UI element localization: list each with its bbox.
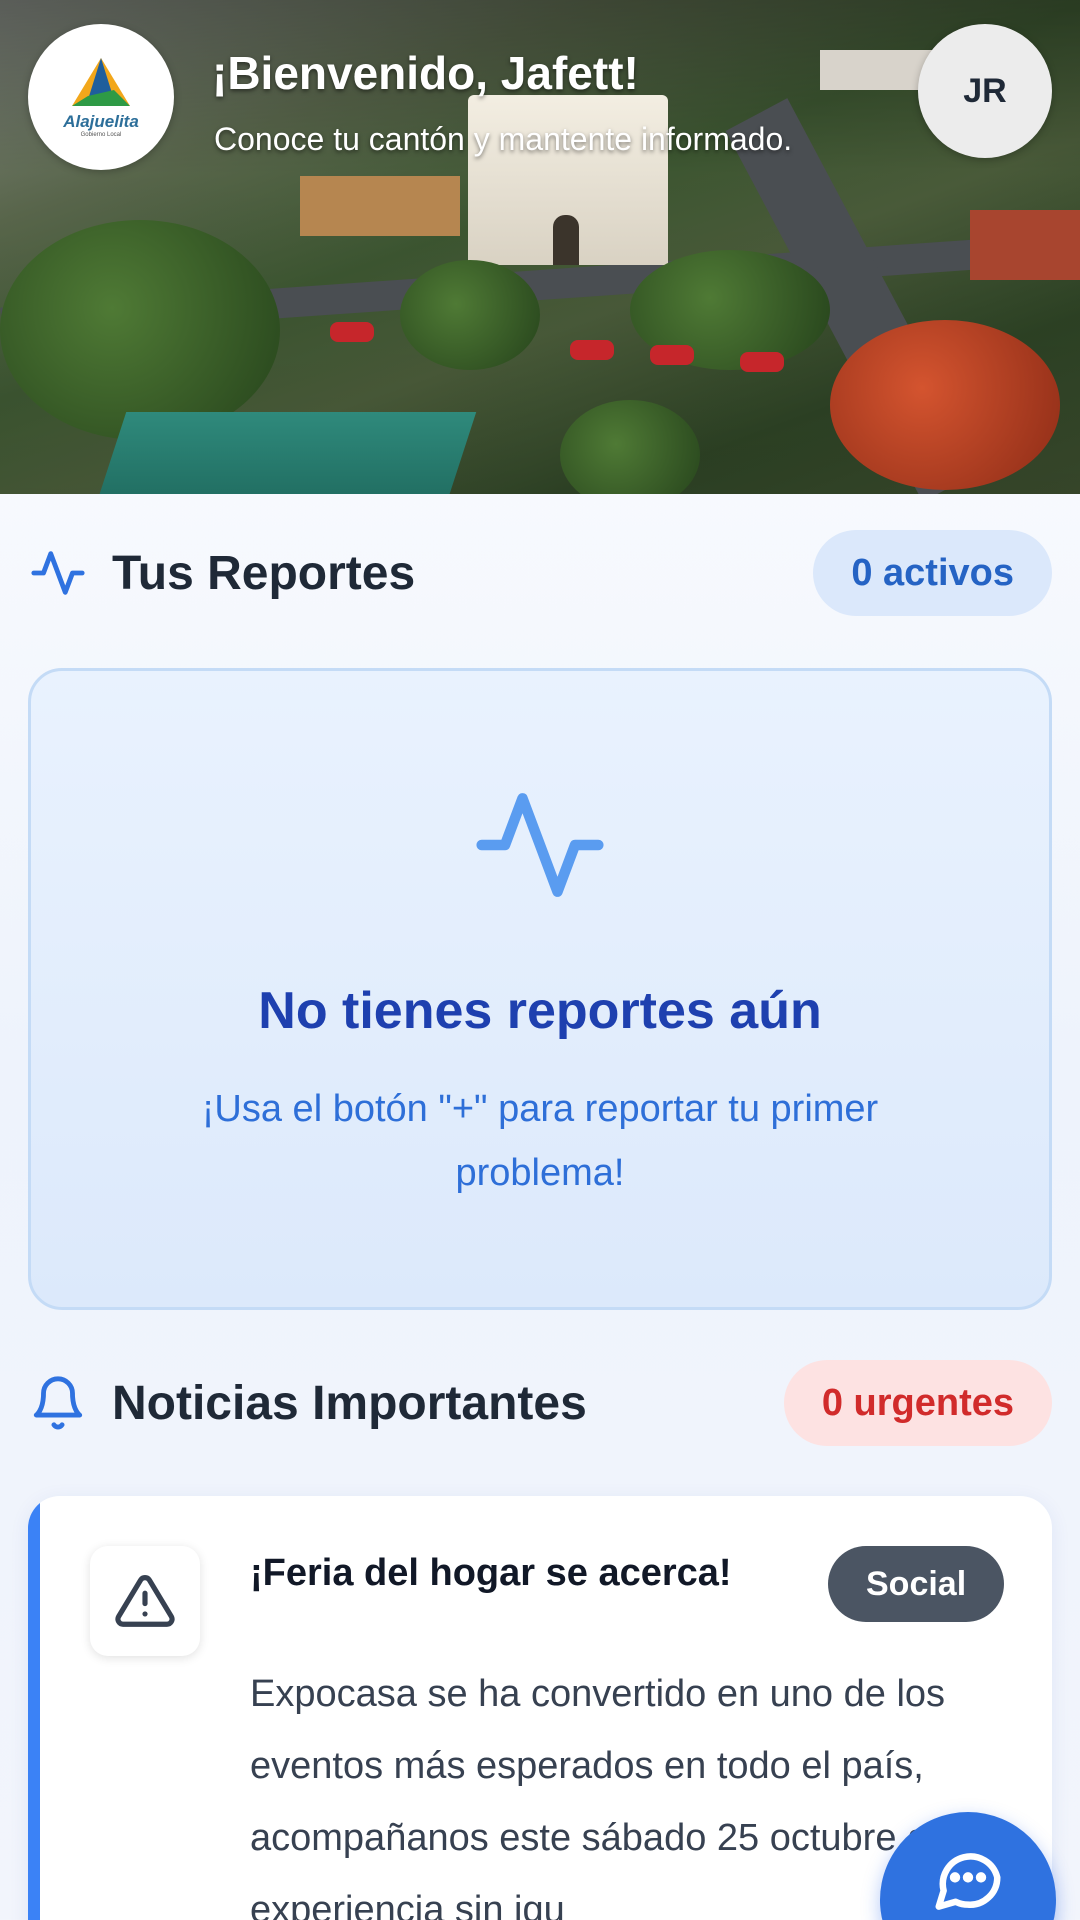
welcome-tagline: Conoce tu cantón y mantente informado. <box>214 121 793 157</box>
municipality-logo: Alajuelita Gobierno Local <box>28 24 174 170</box>
reports-title: Tus Reportes <box>112 546 416 600</box>
news-title: Noticias Importantes <box>112 1376 587 1430</box>
news-item-title: ¡Feria del hogar se acerca! <box>250 1552 732 1594</box>
hero-tree <box>400 260 540 370</box>
logo-name: Alajuelita <box>63 112 139 131</box>
news-category-tag: Social <box>828 1546 1005 1622</box>
hero-car <box>650 345 694 365</box>
reports-empty-state: No tienes reportes aún ¡Usa el botón "+"… <box>28 668 1052 1310</box>
activity-icon <box>28 543 88 603</box>
hero-tree <box>560 400 700 494</box>
bell-icon <box>28 1373 88 1433</box>
welcome-title: ¡Bienvenido, Jafett! <box>212 47 639 99</box>
hero-tree <box>0 220 280 440</box>
hero-flowering-tree <box>830 320 1060 490</box>
avatar-initials: JR <box>963 71 1007 110</box>
hero-car <box>570 340 614 360</box>
activity-icon <box>476 793 604 897</box>
reports-section-header: Tus Reportes 0 activos <box>28 528 1052 618</box>
empty-state-title: No tienes reportes aún <box>258 982 822 1040</box>
hero-car <box>330 322 374 342</box>
logo-mark-icon <box>72 58 130 106</box>
hero-roof <box>300 176 460 236</box>
urgent-news-badge: 0 urgentes <box>783 1360 1052 1446</box>
news-section-header: Noticias Importantes 0 urgentes <box>28 1358 1052 1448</box>
empty-state-text: ¡Usa el botón "+" para reportar tu prime… <box>201 1088 879 1194</box>
hero-roof-red <box>970 210 1080 280</box>
warning-icon <box>90 1546 200 1656</box>
chat-icon <box>935 1853 1001 1910</box>
news-card-accent <box>28 1496 40 1920</box>
user-avatar[interactable]: JR <box>918 24 1052 158</box>
hero-car <box>740 352 784 372</box>
hero-green-roof <box>93 412 477 494</box>
hero-church-door <box>553 215 579 265</box>
logo-subtitle: Gobierno Local <box>80 132 122 138</box>
active-reports-badge: 0 activos <box>813 530 1052 616</box>
